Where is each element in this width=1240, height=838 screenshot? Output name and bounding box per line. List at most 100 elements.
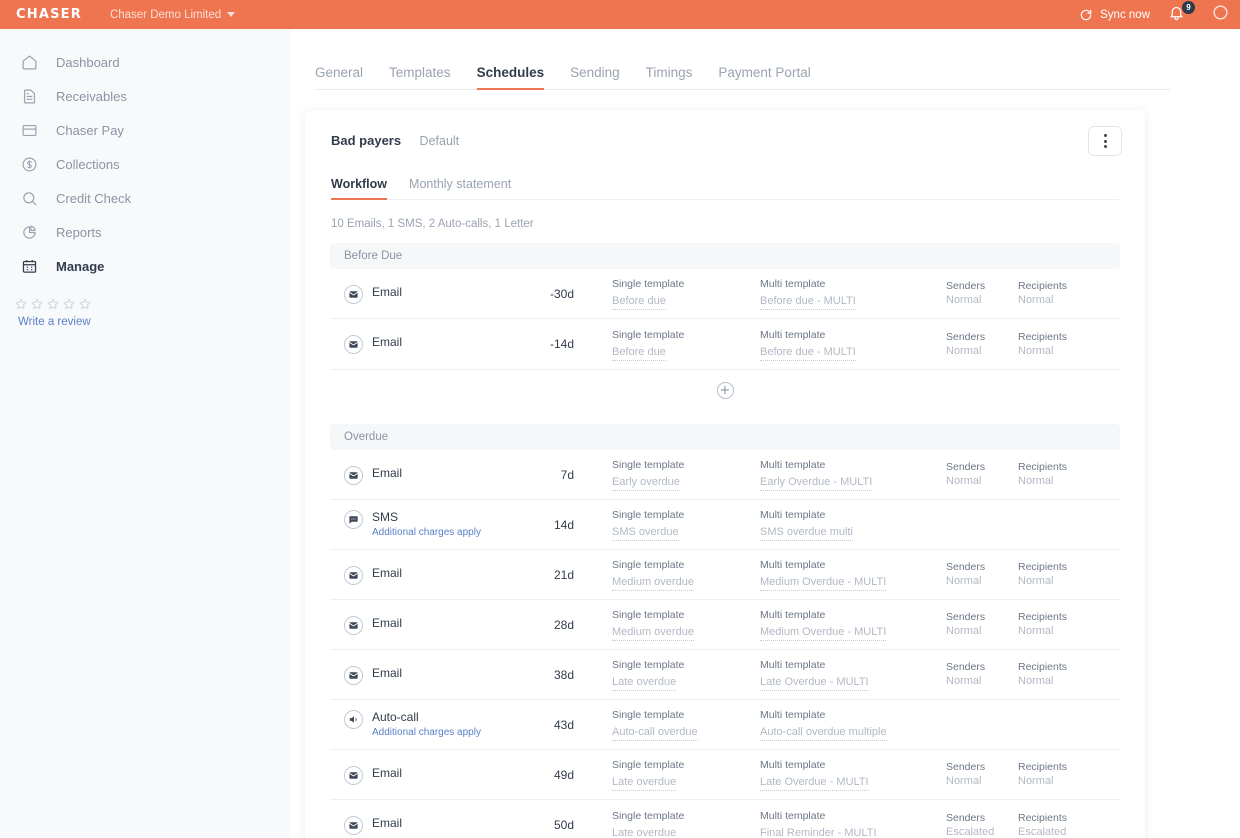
additional-charges-link[interactable]: Additional charges apply	[372, 526, 481, 540]
sidebar-item-dashboard[interactable]: Dashboard	[0, 45, 290, 79]
row-senders[interactable]: Senders Normal	[946, 760, 1018, 789]
recipients-value: Normal	[1018, 675, 1054, 687]
single-template-value[interactable]: Auto-call overdue	[612, 725, 698, 741]
top-bar: CHASER Chaser Demo Limited Sync now 9	[0, 0, 1240, 29]
brand-logo[interactable]: CHASER	[16, 7, 82, 22]
schedule-row[interactable]: Email 49d Single template Late overdue Multi…	[330, 750, 1120, 800]
row-recipients[interactable]: Recipients Escalated	[1018, 811, 1108, 838]
row-multi-template[interactable]: Multi template SMS overdue multi	[760, 508, 946, 541]
single-template-value[interactable]: Early overdue	[612, 475, 680, 491]
row-multi-template[interactable]: Multi template Medium Overdue - MULTI	[760, 608, 946, 641]
sidebar-item-manage[interactable]: Manage	[0, 249, 290, 283]
schedule-row[interactable]: Email 50d Single template Late overdue Multi…	[330, 800, 1120, 838]
schedule-options-button[interactable]	[1088, 126, 1122, 156]
schedule-row[interactable]: Auto-call Additional charges apply 43d Sing…	[330, 700, 1120, 750]
notifications-button[interactable]: 9	[1168, 0, 1195, 26]
schedule-row[interactable]: Email -30d Single template Before due Multi …	[330, 269, 1120, 319]
row-multi-template[interactable]: Multi template Medium Overdue - MULTI	[760, 558, 946, 591]
plus-icon[interactable]: +	[716, 382, 734, 399]
add-step-row[interactable]: +	[330, 369, 1120, 411]
sidebar-item-chaser-pay[interactable]: Chaser Pay	[0, 113, 290, 147]
single-template-value[interactable]: Medium overdue	[612, 575, 694, 591]
org-switcher[interactable]: Chaser Demo Limited	[110, 9, 236, 21]
row-senders[interactable]: Senders Escalated	[946, 811, 1018, 838]
multi-template-value[interactable]: SMS overdue multi	[760, 525, 853, 541]
single-template-value[interactable]: Medium overdue	[612, 625, 694, 641]
row-single-template[interactable]: Single template Late overdue	[574, 758, 760, 791]
row-senders[interactable]: Senders Normal	[946, 660, 1018, 689]
row-single-template[interactable]: Single template Before due	[574, 277, 760, 310]
multi-template-value[interactable]: Auto-call overdue multiple	[760, 725, 887, 741]
multi-template-value[interactable]: Before due - MULTI	[760, 345, 856, 361]
single-template-value[interactable]: Late overdue	[612, 675, 677, 691]
row-senders[interactable]: Senders Normal	[946, 560, 1018, 589]
single-template-value[interactable]: Late overdue	[612, 826, 676, 838]
row-recipients[interactable]: Recipients Normal	[1018, 460, 1108, 489]
row-single-template[interactable]: Single template SMS overdue	[574, 508, 760, 541]
row-multi-template[interactable]: Multi template Late Overdue - MULTI	[760, 758, 946, 791]
row-recipients[interactable]: Recipients Normal	[1018, 760, 1108, 789]
star-icon[interactable]	[14, 297, 28, 311]
tab-general[interactable]: General	[315, 65, 363, 89]
multi-template-value[interactable]: Late Overdue - MULTI	[760, 775, 869, 791]
row-recipients[interactable]: Recipients Normal	[1018, 279, 1108, 308]
sidebar-item-receivables[interactable]: Receivables	[0, 79, 290, 113]
additional-charges-link[interactable]: Additional charges apply	[372, 726, 481, 740]
schedule-row[interactable]: SMS Additional charges apply 14d Single tem…	[330, 500, 1120, 550]
tab-timings[interactable]: Timings	[646, 65, 693, 89]
row-recipients[interactable]: Recipients Normal	[1018, 560, 1108, 589]
tab-templates[interactable]: Templates	[389, 65, 451, 89]
star-icon[interactable]	[46, 297, 60, 311]
row-single-template[interactable]: Single template Medium overdue	[574, 608, 760, 641]
schedule-row[interactable]: Email 7d Single template Early overdue Multi…	[330, 450, 1120, 500]
single-template-value[interactable]: SMS overdue	[612, 525, 679, 541]
row-multi-template[interactable]: Multi template Final Reminder - MULTI	[760, 809, 946, 838]
sync-now-button[interactable]: Sync now	[1079, 8, 1150, 22]
row-single-template[interactable]: Single template Before due	[574, 328, 760, 361]
row-recipients[interactable]: Recipients Normal	[1018, 330, 1108, 359]
subtab-monthly-statement[interactable]: Monthly statement	[409, 177, 511, 199]
row-senders[interactable]: Senders Normal	[946, 460, 1018, 489]
single-template-value[interactable]: Before due	[612, 294, 666, 310]
row-single-template[interactable]: Single template Auto-call overdue	[574, 708, 760, 741]
row-recipients[interactable]: Recipients Normal	[1018, 660, 1108, 689]
tab-payment-portal[interactable]: Payment Portal	[718, 65, 810, 89]
row-single-template[interactable]: Single template Medium overdue	[574, 558, 760, 591]
single-template-value[interactable]: Before due	[612, 345, 666, 361]
single-template-value[interactable]: Late overdue	[612, 775, 677, 791]
row-senders[interactable]: Senders Normal	[946, 610, 1018, 639]
schedule-row[interactable]: Email 21d Single template Medium overdue Mul…	[330, 550, 1120, 600]
tab-sending[interactable]: Sending	[570, 65, 620, 89]
row-multi-template[interactable]: Multi template Before due - MULTI	[760, 277, 946, 310]
row-multi-template[interactable]: Multi template Before due - MULTI	[760, 328, 946, 361]
schedule-row[interactable]: Email 28d Single template Medium overdue Mul…	[330, 600, 1120, 650]
star-icon[interactable]	[62, 297, 76, 311]
star-icon[interactable]	[30, 297, 44, 311]
row-single-template[interactable]: Single template Late overdue	[574, 658, 760, 691]
row-multi-template[interactable]: Multi template Late Overdue - MULTI	[760, 658, 946, 691]
row-senders[interactable]: Senders Normal	[946, 279, 1018, 308]
row-multi-template[interactable]: Multi template Auto-call overdue multiple	[760, 708, 946, 741]
tab-schedules[interactable]: Schedules	[476, 65, 544, 90]
sidebar-item-reports[interactable]: Reports	[0, 215, 290, 249]
row-recipients[interactable]: Recipients Normal	[1018, 610, 1108, 639]
subtab-workflow[interactable]: Workflow	[331, 177, 388, 200]
write-a-review-link[interactable]: Write a review	[14, 316, 91, 328]
help-button[interactable]	[1212, 4, 1234, 26]
star-icon[interactable]	[78, 297, 92, 311]
multi-template-value[interactable]: Medium Overdue - MULTI	[760, 625, 887, 641]
schedule-row[interactable]: Email 38d Single template Late overdue Multi…	[330, 650, 1120, 700]
sidebar-item-credit-check[interactable]: Credit Check	[0, 181, 290, 215]
row-multi-template[interactable]: Multi template Early Overdue - MULTI	[760, 458, 946, 491]
row-senders[interactable]: Senders Normal	[946, 330, 1018, 359]
star-rating[interactable]	[14, 297, 290, 311]
schedule-row[interactable]: Email -14d Single template Before due Multi …	[330, 319, 1120, 369]
row-single-template[interactable]: Single template Early overdue	[574, 458, 760, 491]
row-single-template[interactable]: Single template Late overdue	[574, 809, 760, 838]
multi-template-value[interactable]: Medium Overdue - MULTI	[760, 575, 887, 591]
multi-template-value[interactable]: Final Reminder - MULTI	[760, 826, 877, 838]
multi-template-value[interactable]: Before due - MULTI	[760, 294, 856, 310]
sidebar-item-collections[interactable]: Collections	[0, 147, 290, 181]
multi-template-value[interactable]: Late Overdue - MULTI	[760, 675, 869, 691]
multi-template-value[interactable]: Early Overdue - MULTI	[760, 475, 873, 491]
